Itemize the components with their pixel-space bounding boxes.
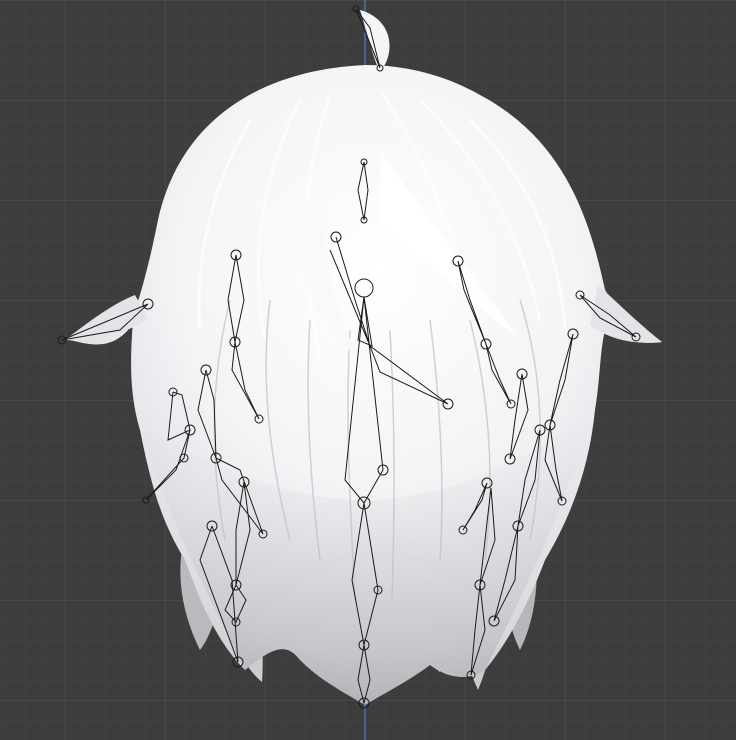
3d-viewport[interactable] xyxy=(0,0,736,740)
viewport-canvas[interactable] xyxy=(0,0,736,740)
